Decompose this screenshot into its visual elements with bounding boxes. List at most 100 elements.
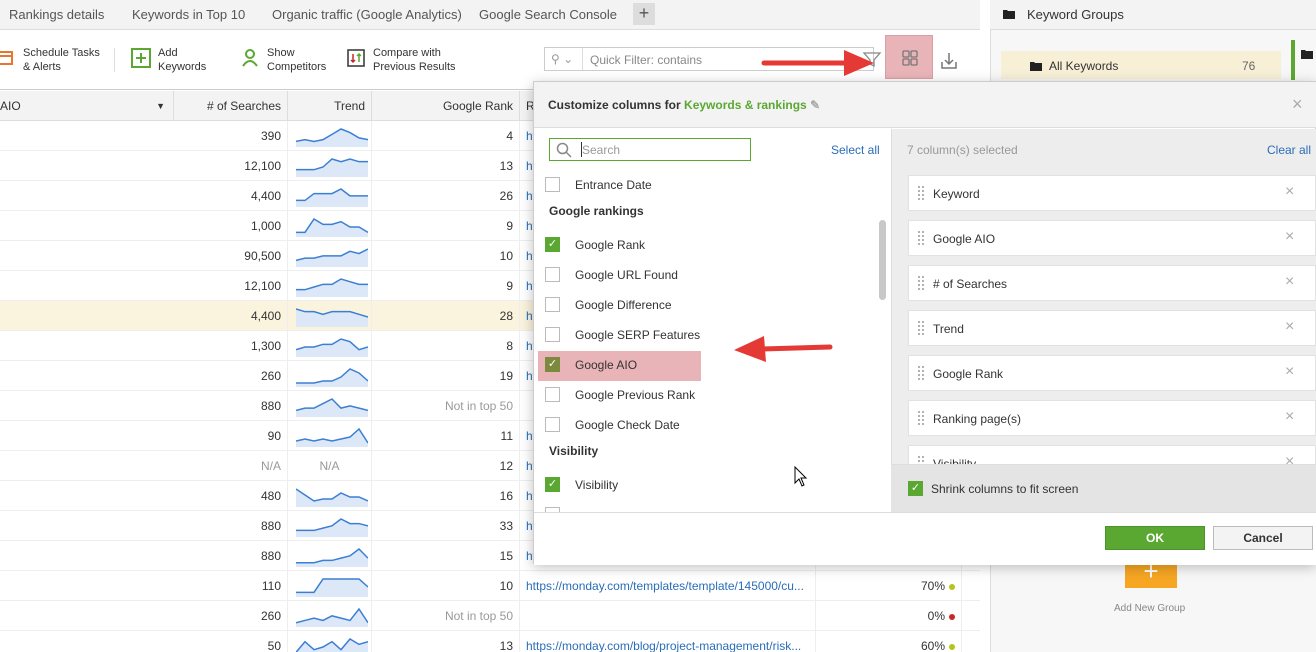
- drag-handle-icon[interactable]: [917, 275, 925, 293]
- selected-column-item[interactable]: Google AIO ×: [908, 220, 1316, 256]
- option-google-previous-rank[interactable]: Google Previous Rank: [534, 381, 891, 411]
- option-visibility[interactable]: ✓ Visibility: [534, 471, 891, 501]
- cell-searches: 4,400: [174, 181, 288, 211]
- cell-ranking-page-link[interactable]: https://monday.com/blog/project-manageme…: [520, 631, 816, 652]
- customize-columns-dialog: Customize columns for Keywords & ranking…: [533, 81, 1316, 565]
- remove-icon[interactable]: ×: [1285, 273, 1294, 291]
- select-all-link[interactable]: Select all: [831, 143, 880, 157]
- checkbox[interactable]: [545, 387, 560, 402]
- option-google-rank[interactable]: ✓ Google Rank: [534, 231, 891, 261]
- column-header-aio[interactable]: AIO ▼: [0, 91, 174, 121]
- checkbox-checked[interactable]: ✓: [545, 237, 560, 252]
- cell-ranking-page-link[interactable]: https://monday.com/templates/template/14…: [520, 571, 816, 601]
- selected-column-label: Google Rank: [933, 367, 1004, 381]
- option-label: Google URL Found: [575, 268, 678, 282]
- selected-column-item[interactable]: Ranking page(s) ×: [908, 400, 1316, 436]
- remove-icon[interactable]: ×: [1285, 453, 1294, 464]
- checkbox-checked[interactable]: ✓: [545, 477, 560, 492]
- tab-organic-traffic[interactable]: Organic traffic (Google Analytics): [272, 7, 462, 22]
- cell-trend: N/A: [288, 451, 372, 481]
- option-label: Entrance Date: [575, 178, 652, 192]
- options-scrollbar[interactable]: [879, 220, 886, 300]
- trend-sparkline: [296, 488, 368, 507]
- drag-handle-icon[interactable]: [917, 365, 925, 383]
- drag-handle-icon[interactable]: [917, 320, 925, 338]
- add-label-2: Keywords: [158, 61, 207, 73]
- table-row[interactable]: 50 13 https://monday.com/blog/project-mana…: [0, 631, 980, 652]
- checkbox[interactable]: [545, 327, 560, 342]
- drag-handle-icon[interactable]: [917, 455, 925, 464]
- remove-icon[interactable]: ×: [1285, 228, 1294, 246]
- trend-sparkline: [296, 217, 368, 237]
- add-keywords-button[interactable]: Add Keywords: [158, 46, 206, 74]
- customize-columns-button[interactable]: [885, 35, 933, 79]
- column-header-trend[interactable]: Trend: [288, 91, 372, 121]
- drag-handle-icon[interactable]: [917, 410, 925, 428]
- schedule-tasks-button[interactable]: Schedule Tasks & Alerts: [23, 46, 100, 74]
- column-header-google-rank[interactable]: Google Rank: [372, 91, 520, 121]
- ok-button[interactable]: OK: [1105, 526, 1205, 550]
- checkbox[interactable]: [545, 267, 560, 282]
- compare-previous-button[interactable]: Compare with Previous Results: [373, 46, 456, 74]
- option-entrance-date[interactable]: Entrance Date: [534, 174, 891, 201]
- cell-trend: [288, 301, 372, 331]
- close-icon[interactable]: ×: [1292, 94, 1303, 115]
- cell-google-rank: 10: [372, 571, 520, 601]
- group-heading-google-rankings: Google rankings: [549, 204, 644, 218]
- cell-google-rank: Not in top 50: [372, 391, 520, 421]
- edit-pencil-icon[interactable]: ✎: [810, 98, 820, 112]
- selected-column-item[interactable]: # of Searches ×: [908, 265, 1316, 301]
- selected-column-item[interactable]: Google Rank ×: [908, 355, 1316, 391]
- cell-google-rank: 16: [372, 481, 520, 511]
- cell-google-rank: 13: [372, 151, 520, 181]
- option-google-difference[interactable]: Google Difference: [534, 291, 891, 321]
- add-tab-button[interactable]: +: [633, 3, 655, 25]
- option-google-serp-features[interactable]: Google SERP Features: [534, 321, 891, 351]
- option-partial[interactable]: [534, 501, 891, 512]
- option-label: Google SERP Features: [575, 328, 701, 342]
- cell-trend: [288, 511, 372, 541]
- remove-icon[interactable]: ×: [1285, 318, 1294, 336]
- tab-keywords-top10[interactable]: Keywords in Top 10: [132, 7, 245, 22]
- tab-search-console[interactable]: Google Search Console: [479, 7, 617, 22]
- search-icon: [556, 142, 572, 158]
- checkbox[interactable]: [545, 417, 560, 432]
- checkbox[interactable]: [545, 297, 560, 312]
- schedule-label-2: & Alerts: [23, 61, 61, 73]
- checkbox-checked[interactable]: ✓: [545, 357, 560, 372]
- column-header-searches[interactable]: # of Searches: [174, 91, 288, 121]
- option-google-check-date[interactable]: Google Check Date: [534, 411, 891, 441]
- tab-rankings-details[interactable]: Rankings details: [9, 7, 104, 22]
- drag-handle-icon[interactable]: [917, 230, 925, 248]
- cell-ranking-page-link[interactable]: [520, 601, 816, 631]
- cell-google-rank: 8: [372, 331, 520, 361]
- cell-searches: 260: [174, 361, 288, 391]
- sort-down-icon[interactable]: ▼: [156, 91, 165, 121]
- cancel-button[interactable]: Cancel: [1213, 526, 1313, 550]
- selected-column-label: Trend: [933, 322, 964, 336]
- selected-column-label: # of Searches: [933, 277, 1008, 291]
- cell-google-rank: 9: [372, 211, 520, 241]
- show-competitors-button[interactable]: Show Competitors: [267, 46, 326, 74]
- search-icon[interactable]: ⚲ ⌄: [545, 48, 583, 70]
- remove-icon[interactable]: ×: [1285, 408, 1294, 426]
- remove-icon[interactable]: ×: [1285, 363, 1294, 381]
- option-google-aio[interactable]: ✓ Google AIO: [538, 351, 701, 381]
- drag-handle-icon[interactable]: [917, 185, 925, 203]
- remove-icon[interactable]: ×: [1285, 183, 1294, 201]
- clear-all-link[interactable]: Clear all: [1267, 143, 1311, 157]
- column-search-input[interactable]: [549, 138, 751, 161]
- trend-sparkline: [296, 368, 368, 387]
- selected-count: 7 column(s) selected: [907, 143, 1018, 157]
- table-row[interactable]: 110 10 https://monday.com/templates/templa…: [0, 571, 980, 601]
- table-row[interactable]: 260 Not in top 50 0%: [0, 601, 980, 631]
- checkbox[interactable]: [545, 177, 560, 192]
- shrink-checkbox[interactable]: ✓: [908, 481, 923, 496]
- export-icon[interactable]: [938, 50, 960, 72]
- group-all-keywords[interactable]: [1001, 51, 1281, 79]
- annotation-arrow-left: [734, 336, 833, 362]
- option-google-url-found[interactable]: Google URL Found: [534, 261, 891, 291]
- selected-column-item[interactable]: Visibility ×: [908, 445, 1316, 464]
- selected-column-item[interactable]: Keyword ×: [908, 175, 1316, 211]
- selected-column-item[interactable]: Trend ×: [908, 310, 1316, 346]
